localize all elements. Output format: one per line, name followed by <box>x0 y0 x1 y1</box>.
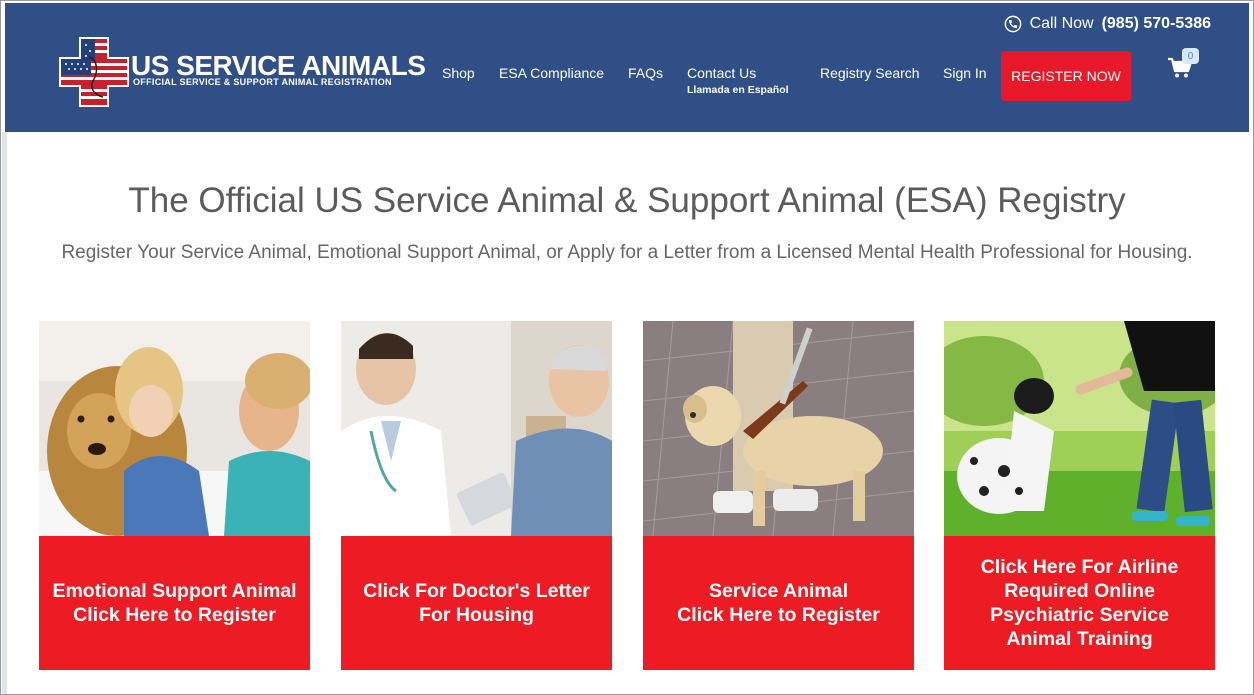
card-service-animal-text: Service Animal Click Here to Register <box>677 580 880 626</box>
card-airline-training[interactable]: Click Here For Airline Required Online P… <box>944 321 1215 670</box>
card-doctor-letter[interactable]: Click For Doctor's Letter For Housing <box>341 321 612 670</box>
page-frame: US SERVICE ANIMALS OFFICIAL SERVICE & SU… <box>0 0 1254 695</box>
card-esa-label[interactable]: Emotional Support Animal Click Here to R… <box>39 536 310 670</box>
phone-number[interactable]: (985) 570-5386 <box>1102 15 1211 33</box>
register-now-button[interactable]: REGISTER NOW <box>1001 51 1131 101</box>
card-doctor-text: Click For Doctor's Letter For Housing <box>363 580 590 626</box>
card-esa-register[interactable]: Emotional Support Animal Click Here to R… <box>39 321 310 670</box>
nav-registry-search[interactable]: Registry Search <box>820 65 920 81</box>
nav-sign-in[interactable]: Sign In <box>943 65 987 81</box>
card-airline-image <box>944 321 1215 536</box>
call-now-label: Call Now <box>1029 15 1094 32</box>
nav-shop[interactable]: Shop <box>442 65 475 81</box>
phone-icon <box>1004 15 1021 33</box>
card-airline-label[interactable]: Click Here For Airline Required Online P… <box>944 536 1215 670</box>
card-doctor-image <box>341 321 612 536</box>
card-service-animal-register[interactable]: Service Animal Click Here to Register <box>643 321 914 670</box>
card-service-animal-image <box>643 321 914 536</box>
call-now[interactable]: Call Now (985) 570-5386 <box>1004 15 1211 33</box>
card-service-animal-label[interactable]: Service Animal Click Here to Register <box>643 536 914 670</box>
nav-faqs[interactable]: FAQs <box>628 65 663 81</box>
nav-esa-compliance[interactable]: ESA Compliance <box>499 65 604 81</box>
nav-contact-spanish[interactable]: Llamada en Español <box>687 84 789 96</box>
card-airline-text: Click Here For Airline Required Online P… <box>980 556 1179 650</box>
card-esa-text: Emotional Support Animal Click Here to R… <box>52 580 297 626</box>
card-esa-image <box>39 321 310 536</box>
page-title: The Official US Service Animal & Support… <box>128 181 1126 220</box>
page-subtitle: Register Your Service Animal, Emotional … <box>61 242 1193 263</box>
card-doctor-label[interactable]: Click For Doctor's Letter For Housing <box>341 536 612 670</box>
nav-contact-us[interactable]: Contact Us <box>687 65 756 81</box>
site-header: US SERVICE ANIMALS OFFICIAL SERVICE & SU… <box>5 3 1249 132</box>
cart-count-badge: 0 <box>1182 48 1199 64</box>
